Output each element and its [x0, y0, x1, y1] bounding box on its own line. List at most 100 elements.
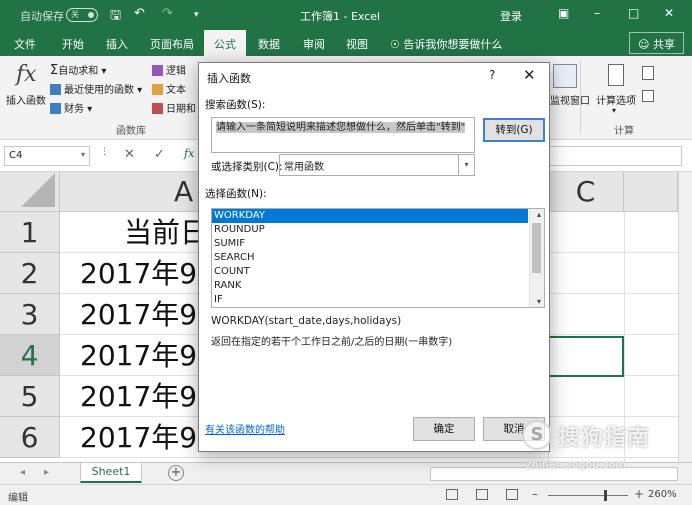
scroll-thumb[interactable]: [532, 223, 541, 273]
add-sheet-icon[interactable]: +: [168, 465, 184, 481]
row-header-6[interactable]: 6: [0, 417, 60, 458]
list-item[interactable]: ROUNDUP: [212, 223, 544, 237]
dialog-close-icon[interactable]: ✕: [523, 66, 536, 84]
tab-insert[interactable]: 插入: [106, 36, 128, 52]
redo-icon[interactable]: ↷: [162, 6, 173, 21]
calculator-icon[interactable]: [608, 64, 624, 86]
chevron-down-icon[interactable]: ▾: [81, 150, 85, 159]
row-header-1[interactable]: 1: [0, 212, 60, 253]
tell-me-search[interactable]: ☉ 告诉我你想要做什么: [390, 36, 502, 52]
finance-book-icon: [50, 103, 61, 114]
logical-book-icon: [152, 65, 163, 76]
row-header-5[interactable]: 5: [0, 376, 60, 417]
scroll-down-icon[interactable]: ▾: [537, 297, 541, 306]
scroll-up-icon[interactable]: ▴: [537, 210, 541, 219]
insert-function-button[interactable]: 插入函数: [6, 92, 46, 107]
tab-file[interactable]: 文件: [14, 36, 36, 52]
category-select[interactable]: 常用函数 ▾: [279, 154, 475, 176]
list-item[interactable]: SUMIF: [212, 237, 544, 251]
save-icon[interactable]: 🖫: [110, 6, 121, 28]
function-library-group-label: 函数库: [116, 126, 146, 137]
quick-access-dropdown-icon[interactable]: ▾: [194, 10, 199, 20]
list-item[interactable]: SEARCH: [212, 251, 544, 265]
sheet-next-icon[interactable]: ▸: [44, 467, 49, 478]
tab-data[interactable]: 数据: [258, 36, 280, 52]
ok-button[interactable]: 确定: [413, 417, 475, 441]
watch-window-button[interactable]: 监视窗口: [550, 92, 590, 107]
star-book-icon: [50, 84, 61, 95]
page-break-view-icon[interactable]: [506, 489, 518, 500]
text-button[interactable]: 文本: [152, 81, 186, 96]
chevron-down-icon[interactable]: ▾: [458, 155, 474, 175]
minimize-icon[interactable]: –: [594, 6, 600, 20]
autosum-button[interactable]: Σ自动求和 ▾: [50, 62, 106, 78]
close-window-icon[interactable]: ✕: [664, 6, 674, 20]
text-book-icon: [152, 84, 163, 95]
share-button[interactable]: ☺ 共享: [629, 32, 684, 54]
select-all-corner[interactable]: [0, 172, 60, 212]
datetime-button[interactable]: 日期和: [152, 100, 196, 115]
tab-view[interactable]: 视图: [346, 36, 368, 52]
sheet-prev-icon[interactable]: ◂: [20, 467, 25, 478]
insert-function-icon[interactable]: fx: [16, 62, 37, 87]
recent-functions-button[interactable]: 最近使用的函数 ▾: [50, 81, 142, 96]
dialog-help-icon[interactable]: ?: [489, 68, 495, 82]
tab-formulas[interactable]: 公式: [204, 30, 246, 56]
page-layout-view-icon[interactable]: [476, 489, 488, 500]
login-link[interactable]: 登录: [500, 8, 522, 24]
tell-me-label: 告诉我你想要做什么: [403, 38, 503, 51]
zoom-slider[interactable]: [548, 495, 628, 496]
function-list[interactable]: WORKDAY ROUNDUP SUMIF SEARCH COUNT RANK …: [211, 208, 545, 308]
list-item[interactable]: RANK: [212, 279, 544, 293]
name-box-value: C4: [9, 150, 23, 161]
row-header-3[interactable]: 3: [0, 294, 60, 335]
zoom-in-icon[interactable]: +: [634, 487, 644, 501]
fx-icon[interactable]: fx: [184, 147, 194, 160]
undo-icon[interactable]: ↶: [134, 6, 145, 21]
function-list-scrollbar[interactable]: ▴ ▾: [529, 209, 544, 307]
lightbulb-icon: ☉: [390, 38, 404, 51]
cancel-icon[interactable]: ✕: [124, 147, 135, 162]
zoom-level[interactable]: 260%: [648, 489, 677, 500]
list-item[interactable]: WORKDAY: [212, 209, 528, 223]
normal-view-icon[interactable]: [446, 489, 458, 500]
select-function-label: 选择函数(N):: [205, 188, 267, 200]
row-header-4[interactable]: 4: [0, 335, 60, 376]
goto-button[interactable]: 转到(G): [483, 118, 545, 142]
list-item[interactable]: COUNT: [212, 265, 544, 279]
financial-button[interactable]: 财务 ▾: [50, 100, 92, 115]
horizontal-scrollbar[interactable]: [430, 467, 678, 481]
person-icon: ☺: [638, 38, 653, 51]
calculate-sheet-icon[interactable]: [642, 90, 654, 102]
column-header-d[interactable]: [624, 172, 678, 212]
sheet-tab-sheet1[interactable]: Sheet1: [80, 463, 142, 483]
ribbon-tabs: 文件 开始 插入 页面布局 公式 数据 审阅 视图 ☉ 告诉我你想要做什么 ☺ …: [0, 30, 692, 56]
watch-window-icon[interactable]: [553, 64, 577, 88]
zoom-slider-thumb[interactable]: [604, 490, 607, 501]
calculate-now-icon[interactable]: [642, 66, 654, 80]
zoom-out-icon[interactable]: –: [532, 487, 538, 501]
name-box[interactable]: C4 ▾: [4, 146, 90, 166]
cancel-button[interactable]: 取消: [483, 417, 545, 441]
calculation-options-button[interactable]: 计算选项: [596, 92, 636, 107]
active-cell-c4[interactable]: [548, 336, 624, 377]
tab-page-layout[interactable]: 页面布局: [150, 36, 194, 52]
maximize-icon[interactable]: □: [628, 6, 639, 20]
list-item[interactable]: IF: [212, 293, 544, 307]
column-header-c[interactable]: C: [548, 172, 624, 212]
vertical-scrollbar[interactable]: [678, 172, 692, 462]
calc-options-dropdown-icon[interactable]: ▾: [612, 106, 616, 115]
search-function-input[interactable]: 请输入一条简短说明来描述您想做什么，然后单击"转到": [211, 117, 475, 153]
sheet-tab-bar: ◂ ▸ Sheet1 +: [0, 462, 692, 484]
dialog-title: 插入函数: [207, 72, 251, 85]
logical-button[interactable]: 逻辑: [152, 62, 186, 77]
ribbon-display-icon[interactable]: ▣: [558, 6, 569, 20]
status-bar: 编辑 – + 260%: [0, 484, 692, 505]
row-header-2[interactable]: 2: [0, 253, 60, 294]
autosave-toggle[interactable]: 关: [66, 8, 98, 22]
tab-review[interactable]: 审阅: [303, 36, 325, 52]
check-icon[interactable]: ✓: [154, 147, 165, 162]
category-label: 或选择类别(C):: [211, 161, 283, 173]
tab-home[interactable]: 开始: [62, 36, 84, 52]
function-help-link[interactable]: 有关该函数的帮助: [205, 421, 285, 436]
